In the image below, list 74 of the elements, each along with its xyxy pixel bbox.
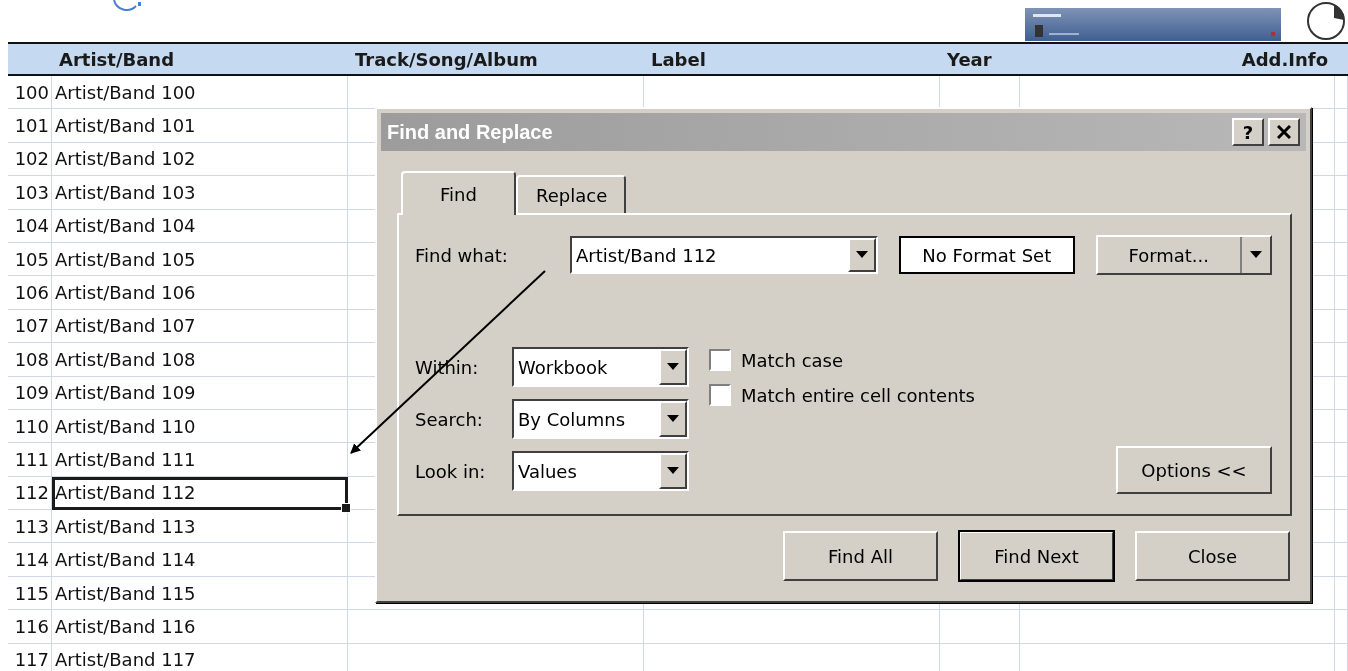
column-header: Year <box>946 47 993 72</box>
dropdown[interactable]: Workbook <box>512 347 689 387</box>
dialog-button[interactable]: Find All <box>783 531 938 581</box>
logo-icon <box>112 0 142 12</box>
row-number: 100 <box>8 76 52 110</box>
row-number: 115 <box>8 576 52 611</box>
column-header: Track/Song/Album <box>354 47 539 72</box>
dropdown-arrow-icon <box>667 415 679 423</box>
tab[interactable]: Replace <box>516 175 626 213</box>
row-number: 107 <box>8 309 52 344</box>
table-cell: Artist/Band 116 <box>52 610 348 644</box>
table-cell: Artist/Band 106 <box>52 276 348 310</box>
table-cell: Artist/Band 114 <box>52 543 348 577</box>
dropdown[interactable]: By Columns <box>512 399 689 439</box>
table-cell: Artist/Band 115 <box>52 576 348 611</box>
row-number: 116 <box>8 610 52 644</box>
format-button[interactable]: Format... <box>1095 235 1272 275</box>
row-number: 114 <box>8 543 52 577</box>
dialog-button[interactable]: Close <box>1135 531 1290 581</box>
table-cell: Artist/Band 113 <box>52 510 348 544</box>
row-number: 117 <box>8 643 52 671</box>
row-number: 109 <box>8 376 52 410</box>
column-header: Add.Info <box>1240 47 1329 72</box>
dropdown-arrow-icon <box>667 467 679 475</box>
row-number: 105 <box>8 242 52 277</box>
checkbox-label: Match case <box>741 349 844 371</box>
row-number: 108 <box>8 343 52 377</box>
table-cell: Artist/Band 101 <box>52 109 348 143</box>
checkbox[interactable] <box>709 349 731 371</box>
circle-icon <box>1304 0 1348 42</box>
table-cell <box>1335 610 1348 644</box>
table-cell: Artist/Band 100 <box>52 76 348 110</box>
column-header: Label <box>650 47 707 72</box>
row-number: 106 <box>8 276 52 310</box>
close-icon <box>1277 125 1291 139</box>
table-cell: Artist/Band 107 <box>52 309 348 344</box>
row-number: 113 <box>8 510 52 544</box>
window-title: Find and Replace <box>387 120 554 144</box>
format-preview: No Format Set <box>899 236 1075 274</box>
row-number: 111 <box>8 443 52 477</box>
field-label: Look in: <box>415 460 487 482</box>
dropdown-arrow-icon <box>856 251 868 259</box>
table-cell: Artist/Band 104 <box>52 209 348 243</box>
field-label: Search: <box>415 408 484 430</box>
row-number: 103 <box>8 176 52 210</box>
help-button[interactable]: ? <box>1232 118 1264 146</box>
dropdown-arrow-icon <box>1250 251 1262 259</box>
table-cell: Artist/Band 108 <box>52 343 348 377</box>
row-number: 104 <box>8 209 52 243</box>
table-cell: Artist/Band 117 <box>52 643 348 671</box>
table-cell: Artist/Band 102 <box>52 142 348 177</box>
row-number: 102 <box>8 142 52 177</box>
table-cell: Artist/Band 111 <box>52 443 348 477</box>
field-label: Find what: <box>415 244 509 266</box>
table-cell: Artist/Band 103 <box>52 176 348 210</box>
table-cell: Artist/Band 109 <box>52 376 348 410</box>
table-cell: Artist/Band 105 <box>52 242 348 277</box>
row-number: 112 <box>8 476 52 511</box>
column-header: Artist/Band <box>58 47 176 72</box>
dropdown[interactable]: Values <box>512 451 689 491</box>
row-number: 110 <box>8 409 52 444</box>
selected-cell: Artist/Band 112 <box>52 476 348 511</box>
row-number: 101 <box>8 109 52 143</box>
tab[interactable]: Find <box>401 171 516 215</box>
find-what-field[interactable]: Artist/Band 112 <box>570 236 878 274</box>
fill-handle[interactable] <box>341 503 351 514</box>
options-button[interactable]: Options << <box>1116 446 1272 494</box>
dropdown-arrow-icon <box>667 363 679 371</box>
close-button[interactable] <box>1268 118 1300 146</box>
dialog-button[interactable]: Find Next <box>959 531 1114 581</box>
table-cell: Artist/Band 110 <box>52 409 348 444</box>
table-cell <box>1335 576 1348 611</box>
checkbox[interactable] <box>709 384 731 406</box>
checkbox-label: Match entire cell contents <box>741 384 975 406</box>
